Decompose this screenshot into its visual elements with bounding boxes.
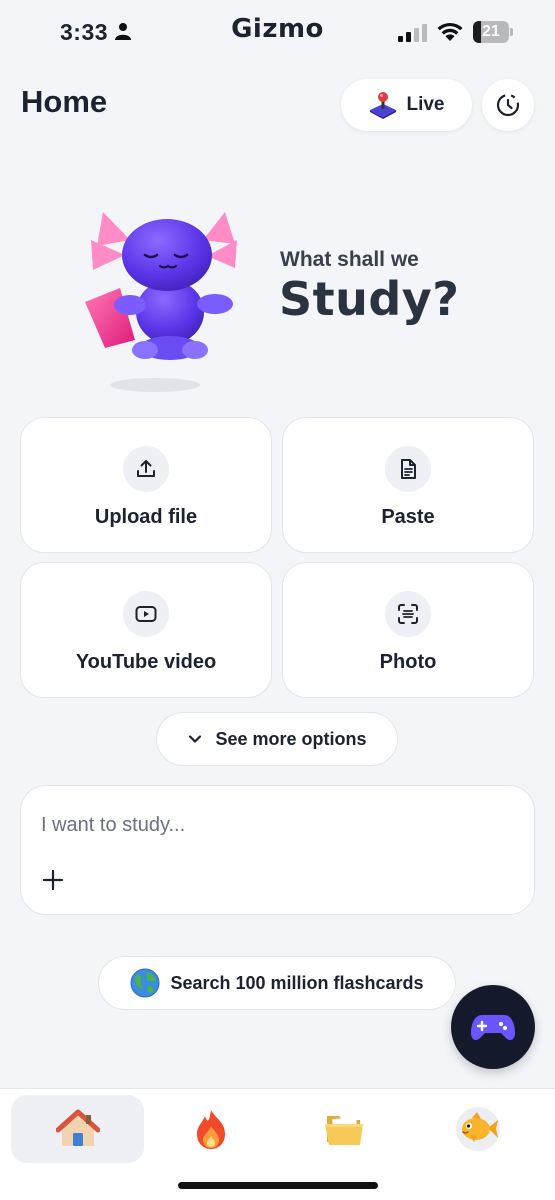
upload-icon bbox=[137, 460, 155, 477]
nav-home[interactable] bbox=[11, 1095, 144, 1163]
home-indicator bbox=[178, 1182, 378, 1189]
photo-card[interactable]: Photo bbox=[282, 562, 534, 698]
history-button[interactable] bbox=[482, 79, 534, 131]
gamepad-icon bbox=[471, 1015, 515, 1041]
globe-icon bbox=[130, 968, 160, 998]
page-title: Home bbox=[21, 84, 108, 119]
nav-streak[interactable] bbox=[144, 1095, 277, 1163]
paste-label: Paste bbox=[381, 506, 435, 528]
add-attachment-button[interactable] bbox=[39, 866, 67, 894]
search-flashcards-button[interactable]: Search 100 million flashcards bbox=[98, 956, 456, 1010]
nav-library[interactable] bbox=[278, 1095, 411, 1163]
hero-line-2: Study? bbox=[279, 272, 460, 326]
upload-file-card[interactable]: Upload file bbox=[20, 417, 272, 553]
paste-card[interactable]: Paste bbox=[282, 417, 534, 553]
play-icon-wrap bbox=[123, 591, 169, 637]
live-label: Live bbox=[406, 94, 445, 115]
document-icon bbox=[401, 459, 416, 479]
history-clock-icon bbox=[496, 93, 520, 117]
plus-icon bbox=[42, 869, 64, 891]
scan-icon bbox=[398, 604, 418, 624]
battery-cap bbox=[510, 28, 513, 36]
joystick-icon bbox=[370, 92, 397, 119]
see-more-options-label: See more options bbox=[215, 728, 367, 749]
study-input[interactable] bbox=[41, 814, 501, 837]
youtube-video-card[interactable]: YouTube video bbox=[20, 562, 272, 698]
upload-file-label: Upload file bbox=[94, 506, 198, 528]
study-input-box bbox=[20, 785, 535, 915]
see-more-options-button[interactable]: See more options bbox=[156, 712, 398, 766]
live-button[interactable]: Live bbox=[341, 79, 472, 131]
signal-icon bbox=[398, 24, 427, 42]
scan-icon-wrap bbox=[385, 591, 431, 637]
game-controller-button[interactable] bbox=[451, 985, 535, 1069]
battery-icon: 21 bbox=[473, 21, 509, 43]
axolotl-mascot-illustration bbox=[85, 212, 237, 392]
app-brand: Gizmo bbox=[231, 14, 324, 44]
wifi-icon bbox=[437, 22, 463, 41]
nav-profile[interactable] bbox=[411, 1095, 544, 1163]
status-bar: 3:33 Gizmo 21 bbox=[0, 0, 555, 66]
upload-icon-wrap bbox=[123, 446, 169, 492]
chevron-down-icon bbox=[189, 735, 202, 743]
search-flashcards-label: Search 100 million flashcards bbox=[170, 972, 424, 993]
document-icon-wrap bbox=[385, 446, 431, 492]
fire-icon bbox=[196, 1110, 225, 1149]
youtube-video-label: YouTube video bbox=[75, 651, 217, 673]
photo-label: Photo bbox=[379, 651, 437, 673]
hero-line-1: What shall we bbox=[280, 248, 419, 271]
folder-icon bbox=[324, 1116, 363, 1145]
house-icon bbox=[55, 1109, 100, 1146]
play-icon bbox=[135, 606, 157, 622]
fish-icon bbox=[455, 1107, 500, 1151]
battery-level: 21 bbox=[482, 23, 500, 40]
